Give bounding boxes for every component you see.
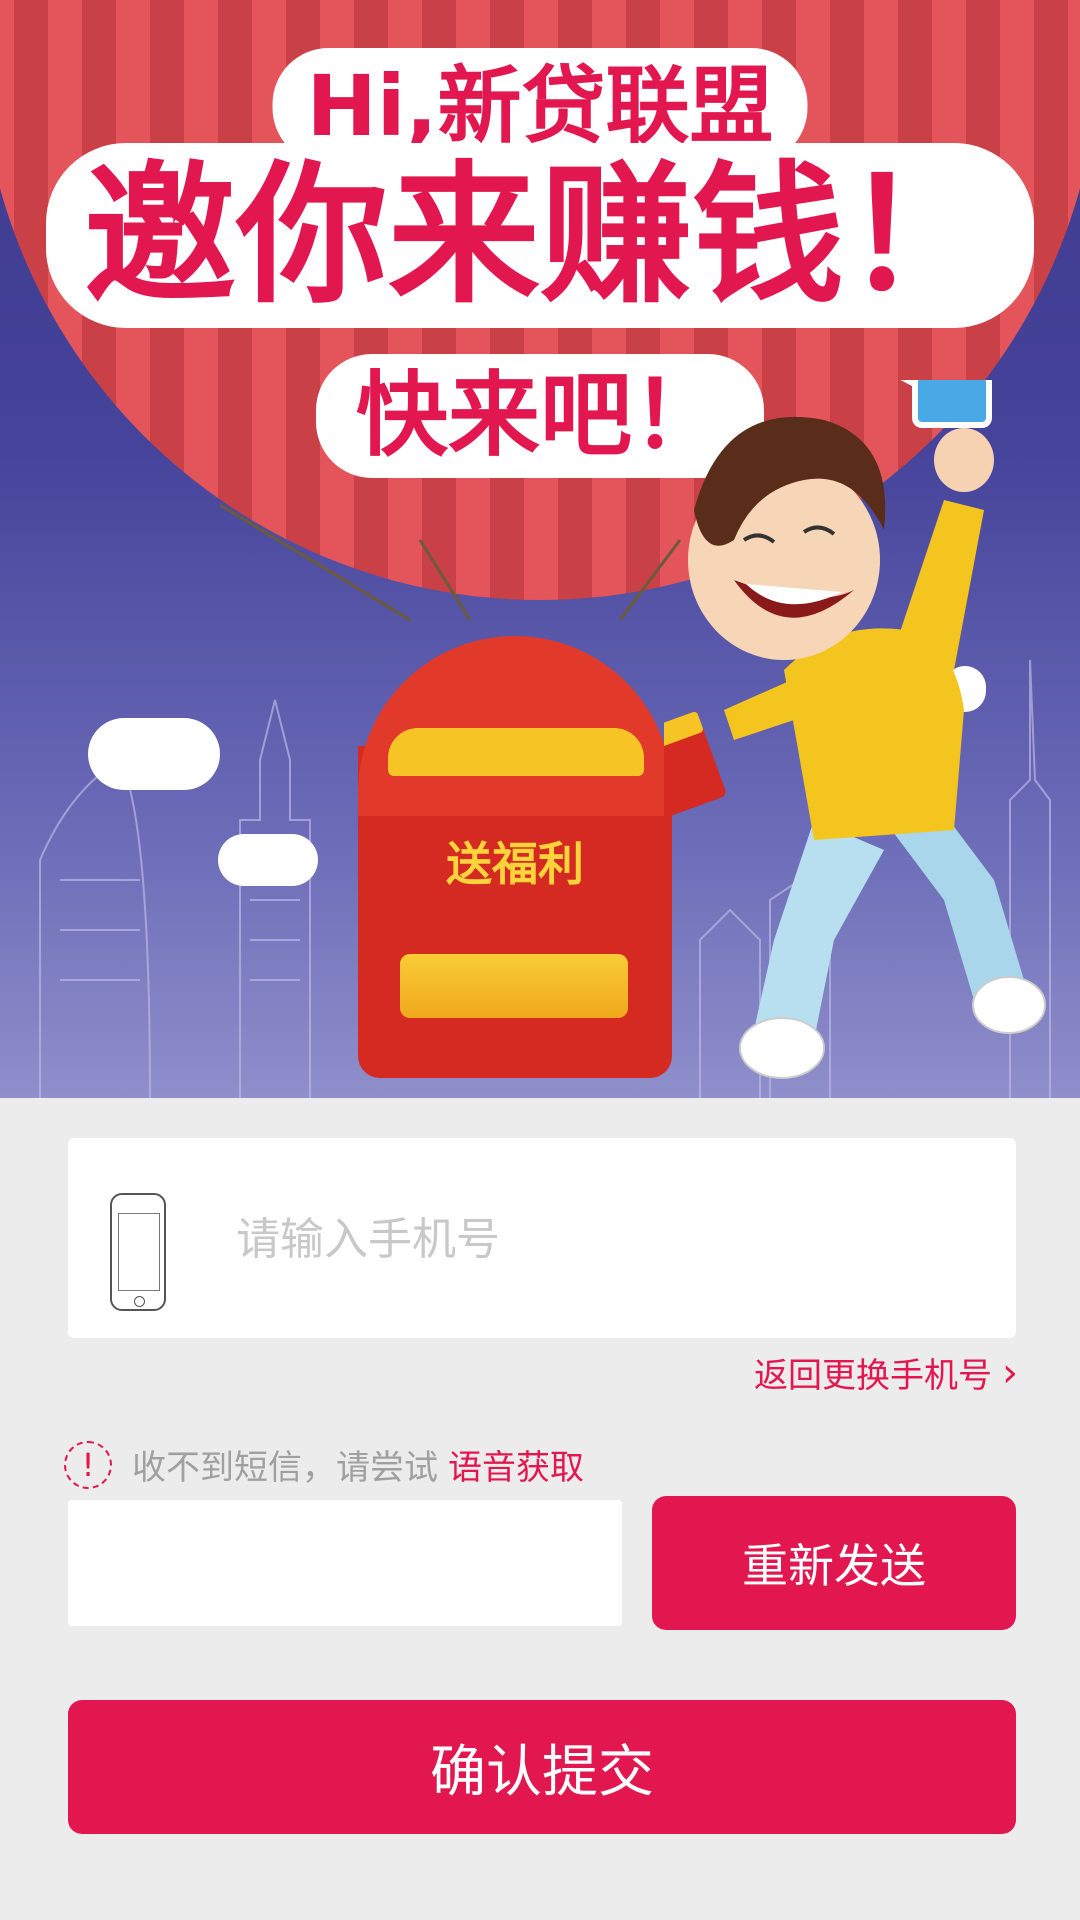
banner-headline: 邀你来赚钱！: [46, 143, 1034, 328]
smartphone-icon: [110, 1193, 166, 1311]
cloud-left-small: [218, 834, 318, 886]
phone-field: [68, 1138, 1016, 1338]
cloud-left: [88, 718, 220, 790]
hero-banner: Hi,新贷联盟 邀你来赚钱！ 快来吧！ 送福利: [0, 0, 1080, 1098]
resend-button[interactable]: 重新发送: [652, 1496, 1016, 1630]
phone-number-input[interactable]: [234, 1188, 978, 1290]
change-phone-link[interactable]: 返回更换手机号 ›: [754, 1348, 1018, 1397]
red-envelope-illustration: 送福利: [358, 636, 672, 1078]
sms-hint: ! 收不到短信，请尝试 语音获取: [64, 1440, 584, 1489]
chevron-right-icon: ›: [1002, 1349, 1018, 1396]
envelope-flap: [358, 636, 672, 816]
submit-button[interactable]: 确认提交: [68, 1700, 1016, 1834]
envelope-title: 送福利: [446, 837, 584, 891]
verification-code-input[interactable]: [68, 1500, 622, 1626]
exclamation-icon: !: [64, 1440, 112, 1489]
gold-coins-icon: [388, 728, 644, 776]
change-phone-link-label: 返回更换手机号: [754, 1356, 992, 1396]
envelope-gold-button: [400, 954, 628, 1018]
sms-hint-text: 收不到短信，请尝试: [132, 1448, 438, 1488]
voice-code-link[interactable]: 语音获取: [448, 1440, 584, 1489]
cartoon-boy-illustration: [664, 380, 1046, 1079]
